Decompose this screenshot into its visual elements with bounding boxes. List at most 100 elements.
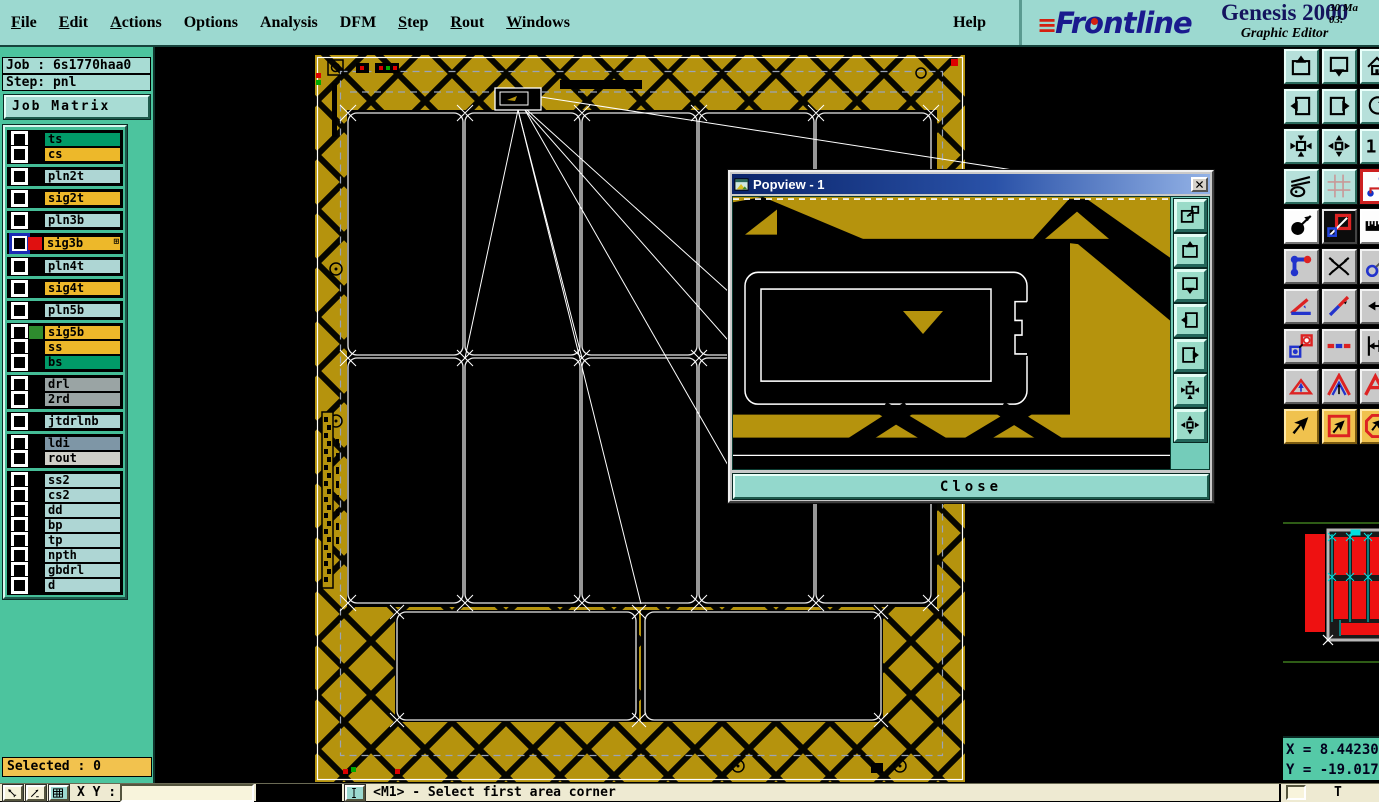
popview-zoom-fit-button[interactable]: [1174, 374, 1207, 407]
layer-label-cs[interactable]: cs: [44, 147, 121, 162]
layer-row-cs2[interactable]: cs2: [9, 488, 121, 503]
layer-swatch-pln2t[interactable]: [29, 170, 43, 183]
menu-dfm[interactable]: DFM: [329, 14, 387, 32]
select-cursor-button[interactable]: [1284, 409, 1319, 444]
break-line-button[interactable]: [1322, 329, 1357, 364]
layer-checkbox-bs[interactable]: [11, 354, 28, 371]
layer-swatch-2rd[interactable]: [29, 393, 43, 406]
layer-row-ldi[interactable]: ldi: [9, 436, 121, 451]
layer-checkbox-d[interactable]: [11, 577, 28, 594]
layer-checkbox-pln2t[interactable]: [11, 168, 28, 185]
layer-label-2rd[interactable]: 2rd: [44, 392, 121, 407]
popview-close-icon[interactable]: [1191, 177, 1208, 192]
layer-checkbox-2rd[interactable]: [11, 391, 28, 408]
layer-row-cs[interactable]: cs: [9, 147, 121, 162]
layer-row-sig4t[interactable]: sig4t: [9, 281, 121, 296]
layer-checkbox-jtdrlnb[interactable]: [11, 413, 28, 430]
layer-swatch-pln5b[interactable]: [29, 304, 43, 317]
layer-label-npth[interactable]: npth: [44, 548, 121, 563]
text-cursor-button[interactable]: [345, 785, 365, 801]
layer-label-ss2[interactable]: ss2: [44, 473, 121, 488]
layer-label-pln4t[interactable]: pln4t: [44, 259, 121, 274]
layer-label-sig4t[interactable]: sig4t: [44, 281, 121, 296]
layer-row-pln2t[interactable]: pln2t: [9, 169, 121, 184]
layer-checkbox-pln3b[interactable]: [11, 212, 28, 229]
layer-checkbox-sig2t[interactable]: [11, 190, 28, 207]
layer-checkbox-pln4t[interactable]: [11, 258, 28, 275]
pan-up-button[interactable]: [1284, 49, 1319, 84]
layer-checkbox-cs[interactable]: [11, 146, 28, 163]
delete-button[interactable]: [1322, 249, 1357, 284]
job-matrix-button[interactable]: Job Matrix ...: [4, 95, 150, 119]
zoom-fit-button[interactable]: [1284, 129, 1319, 164]
menu-file[interactable]: File: [0, 14, 48, 32]
rotate-view-button[interactable]: [1360, 89, 1379, 124]
layer-row-ss[interactable]: ss: [9, 340, 121, 355]
layer-row-npth[interactable]: npth: [9, 548, 121, 563]
layer-row-ts[interactable]: ts: [9, 132, 121, 147]
popview-content[interactable]: [733, 197, 1171, 469]
layer-row-pln5b[interactable]: pln5b: [9, 303, 121, 318]
layer-swatch-sig2t[interactable]: [29, 192, 43, 205]
layer-swatch-bs[interactable]: [29, 356, 43, 369]
undo-arrow-button[interactable]: [1360, 289, 1379, 324]
layer-row-sig2t[interactable]: sig2t: [9, 191, 121, 206]
layer-label-gbdrl[interactable]: gbdrl: [44, 563, 121, 578]
menu-step[interactable]: Step: [387, 14, 439, 32]
layer-label-bs[interactable]: bs: [44, 355, 121, 370]
xy-coordinate-input[interactable]: [120, 784, 254, 802]
layer-row-rout[interactable]: rout: [9, 451, 121, 466]
layer-swatch-ss2[interactable]: [29, 474, 43, 487]
layer-swatch-ldi[interactable]: [29, 437, 43, 450]
layer-label-drl[interactable]: drl: [44, 377, 121, 392]
layer-swatch-sig5b[interactable]: [29, 326, 43, 339]
angle-measure-button[interactable]: [1284, 289, 1319, 324]
layer-label-bp[interactable]: bp: [44, 518, 121, 533]
layer-row-pln3b[interactable]: pln3b: [9, 213, 121, 228]
layer-checkbox-pln5b[interactable]: [11, 302, 28, 319]
layer-checkbox-sig4t[interactable]: [11, 280, 28, 297]
layer-row-bs[interactable]: bs: [9, 355, 121, 370]
home-view-button[interactable]: [1360, 49, 1379, 84]
layer-row-gbdrl[interactable]: gbdrl: [9, 563, 121, 578]
popview-pan-down-button[interactable]: [1174, 269, 1207, 302]
layer-label-rout[interactable]: rout: [44, 451, 121, 466]
select-filter-button[interactable]: [1360, 409, 1379, 444]
layer-label-pln3b[interactable]: pln3b: [44, 213, 121, 228]
layer-swatch-cs[interactable]: [29, 148, 43, 161]
menu-actions[interactable]: Actions: [99, 14, 173, 32]
popview-pan-left-button[interactable]: [1174, 304, 1207, 337]
layer-row-sig5b[interactable]: sig5b: [9, 325, 121, 340]
overview-minimap[interactable]: [1283, 520, 1379, 665]
layer-row-d[interactable]: d: [9, 578, 121, 593]
layer-label-pln5b[interactable]: pln5b: [44, 303, 121, 318]
zoom-out-button[interactable]: [1322, 129, 1357, 164]
layer-row-dd[interactable]: dd: [9, 503, 121, 518]
triangle-marker-button[interactable]: [1284, 369, 1319, 404]
peak-marker-button[interactable]: [1322, 369, 1357, 404]
layer-swatch-ss[interactable]: [29, 341, 43, 354]
popview-pan-up-button[interactable]: [1174, 234, 1207, 267]
ruler-button[interactable]: [1360, 209, 1379, 244]
pan-right-button[interactable]: [1322, 89, 1357, 124]
pan-down-button[interactable]: [1322, 49, 1357, 84]
copy-pad-button[interactable]: [1284, 329, 1319, 364]
net-points-button[interactable]: [1284, 249, 1319, 284]
layer-swatch-gbdrl[interactable]: [29, 564, 43, 577]
slope-line-button[interactable]: [1322, 289, 1357, 324]
layer-label-cs2[interactable]: cs2: [44, 488, 121, 503]
layer-label-sig3b[interactable]: sig3b⊞: [43, 236, 121, 251]
menu-help[interactable]: Help: [942, 14, 997, 32]
layer-row-drl[interactable]: drl: [9, 377, 121, 392]
layer-checkbox-rout[interactable]: [11, 450, 28, 467]
layer-row-ss2[interactable]: ss2: [9, 473, 121, 488]
tools-setup-button[interactable]: [1284, 169, 1319, 204]
measure-distance-button[interactable]: [1360, 329, 1379, 364]
coord-table-button[interactable]: [49, 785, 69, 801]
layer-checkbox-sig3b[interactable]: [12, 236, 27, 251]
layer-swatch-dd[interactable]: [29, 504, 43, 517]
layer-swatch-bp[interactable]: [29, 519, 43, 532]
netlist-button[interactable]: [1360, 169, 1379, 204]
layer-label-sig2t[interactable]: sig2t: [44, 191, 121, 206]
layer-swatch-npth[interactable]: [29, 549, 43, 562]
